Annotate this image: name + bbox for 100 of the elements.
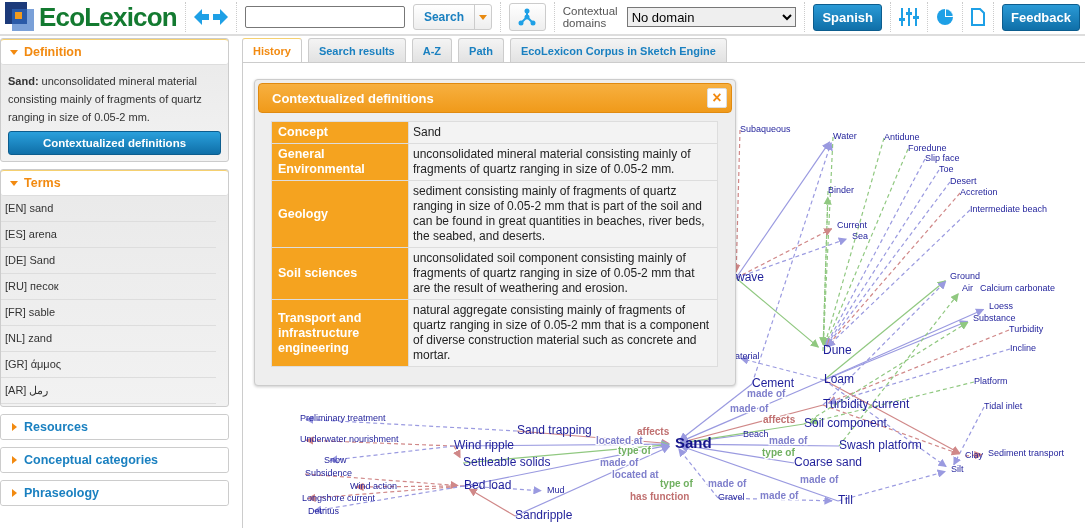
logo-icon	[5, 2, 35, 32]
concept-node[interactable]: Bed load	[464, 478, 512, 493]
pie-chart-icon[interactable]	[936, 8, 954, 26]
concept-node[interactable]: Wind ripple	[454, 438, 515, 453]
caret-down-icon	[10, 48, 18, 56]
sliders-icon[interactable]	[899, 7, 919, 27]
tab[interactable]: EcoLexicon Corpus in Sketch Engine	[509, 38, 727, 62]
logo-text[interactable]: EcoLexicon	[39, 1, 177, 33]
term-item[interactable]: [EN] sand	[5, 202, 54, 214]
concept-node[interactable]: Loam	[824, 372, 855, 387]
term-item[interactable]: [GR] άμμος	[5, 358, 62, 370]
term-item[interactable]: [RU] песок	[5, 280, 59, 292]
concept-node[interactable]: Mud	[547, 485, 565, 496]
definition-cell: unconsolidated mineral material consisting mainly of fragments of quartz ranging in size of 0.05-2 mm.	[408, 143, 718, 181]
caret-down-icon	[10, 179, 18, 187]
concept-node[interactable]: Calcium carbonate	[980, 283, 1056, 294]
concept-node[interactable]: Intermediate beach	[970, 204, 1048, 215]
concept-node[interactable]: Wind action	[350, 481, 398, 492]
concept-node[interactable]: Antidune	[884, 132, 920, 143]
concept-node[interactable]: Gravel	[718, 492, 745, 503]
concept-node[interactable]: Platform	[974, 376, 1008, 387]
concept-node[interactable]: Coarse sand	[794, 455, 863, 470]
contextual-domains-label: Contextual domains	[562, 5, 619, 29]
concept-node[interactable]: Soil component	[804, 416, 887, 431]
concept-node[interactable]: Binder	[828, 185, 854, 196]
domain-select[interactable]: No domain	[626, 7, 797, 27]
concept-node[interactable]: Sandripple	[515, 508, 573, 523]
relation-label: made of	[760, 489, 799, 501]
relation-label: made of	[769, 434, 808, 446]
relation-label: located at	[612, 468, 659, 480]
concept-node[interactable]: Subsidence	[305, 468, 353, 479]
concept-node[interactable]: Longshore current	[302, 493, 376, 504]
concept-node[interactable]: Subaqueous	[740, 124, 791, 135]
concept-node[interactable]: Snow	[324, 455, 347, 466]
concept-node[interactable]: wave	[736, 270, 764, 285]
relation-label: type of	[660, 477, 693, 489]
graph-view-button[interactable]	[508, 3, 546, 31]
concept-node[interactable]: Water	[833, 131, 857, 142]
tab[interactable]: Path	[458, 38, 504, 62]
concept-node[interactable]: Swash platform	[839, 438, 922, 453]
concept-node[interactable]: Foredune	[908, 143, 947, 154]
language-button[interactable]: Spanish	[813, 3, 882, 31]
relation-label: made of	[800, 473, 839, 485]
tab[interactable]: A-Z	[411, 38, 453, 62]
domain-cell: Soil sciences	[271, 247, 409, 300]
concept-node[interactable]: Accretion	[960, 187, 998, 198]
concept-node[interactable]: Till	[838, 493, 853, 508]
network-icon	[518, 8, 537, 26]
concept-node[interactable]: Slip face	[925, 153, 960, 164]
concept-node[interactable]: Beach	[743, 429, 769, 440]
concept-node[interactable]: Tidal inlet	[984, 401, 1023, 412]
concept-node[interactable]: Sand	[675, 433, 712, 451]
panel-header[interactable]: Conceptual categories	[1, 448, 228, 472]
relation-label: affects	[763, 413, 796, 425]
concept-node[interactable]: Incline	[1010, 343, 1036, 354]
term-item[interactable]: [NL] zand	[5, 332, 53, 344]
concept-node[interactable]: Ground	[950, 271, 981, 282]
concept-node[interactable]: Sand trapping	[517, 423, 592, 438]
domain-cell: Transport and infrastructure engineering	[271, 299, 409, 367]
tab[interactable]: Search results	[307, 38, 406, 62]
concept-node[interactable]: Clay	[965, 450, 983, 461]
term-item[interactable]: [AR] رمل	[5, 384, 49, 396]
concept-node[interactable]: Sediment transport	[988, 448, 1065, 459]
panel-header[interactable]: Phraseology	[1, 481, 228, 505]
concept-node[interactable]: Silt	[951, 464, 964, 475]
document-icon[interactable]	[971, 8, 985, 26]
search-field[interactable]	[244, 6, 405, 28]
concept-node[interactable]: Settleable solids	[463, 455, 551, 470]
term-item[interactable]: [DE] Sand	[5, 254, 56, 266]
concept-node[interactable]: Air	[962, 283, 973, 294]
definition-cell: Sand	[408, 121, 718, 144]
concept-node[interactable]: Desert	[950, 176, 977, 187]
relation-label: made of	[708, 477, 747, 489]
concept-node[interactable]: Turbidity	[1009, 324, 1044, 335]
relation-label: made of	[747, 387, 786, 399]
definition-cell: sediment consisting mainly of fragments of quartz ranging in size of 0.05-2 mm that is part of the soil and can be found in great quantities in beaches, river beds, the seabed, and deserts.	[408, 180, 718, 248]
concept-node[interactable]: aterial	[735, 351, 760, 362]
contextualized-definitions-button[interactable]: Contextualized definitions	[8, 131, 221, 155]
term-item[interactable]: [FR] sable	[5, 306, 56, 318]
concept-node[interactable]: Toe	[939, 164, 954, 175]
concept-node[interactable]: Substance	[973, 313, 1016, 324]
concept-node[interactable]: Dune	[823, 343, 852, 358]
dialog-title: Contextualized definitions	[272, 90, 434, 106]
concept-node[interactable]: Detritus	[308, 506, 339, 517]
feedback-button[interactable]: Feedback	[1002, 3, 1080, 31]
concept-node[interactable]: Underwater nourishment	[300, 434, 399, 445]
domain-cell: General Environmental	[271, 143, 409, 181]
caret-right-icon	[10, 456, 18, 464]
concept-node[interactable]: Current	[837, 220, 867, 231]
definition-cell: unconsolidated soil component consisting mainly of fragments of quartz ranging in size of 0.05-2 mm that are the result of weathering and erosion.	[408, 247, 718, 300]
panel-header[interactable]: Resources	[1, 415, 228, 439]
term-item[interactable]: [ES] arena	[5, 228, 57, 240]
caret-right-icon	[10, 489, 18, 497]
swap-arrows-icon[interactable]	[193, 8, 228, 26]
concept-node[interactable]: Loess	[989, 301, 1014, 312]
concept-node[interactable]: Sea	[852, 231, 868, 242]
relation-label: made of	[730, 402, 769, 414]
concept-node[interactable]: Preliminary treatment	[300, 413, 386, 424]
relation-label: affects	[637, 425, 670, 437]
concept-node[interactable]: Turbidity current	[823, 397, 910, 412]
